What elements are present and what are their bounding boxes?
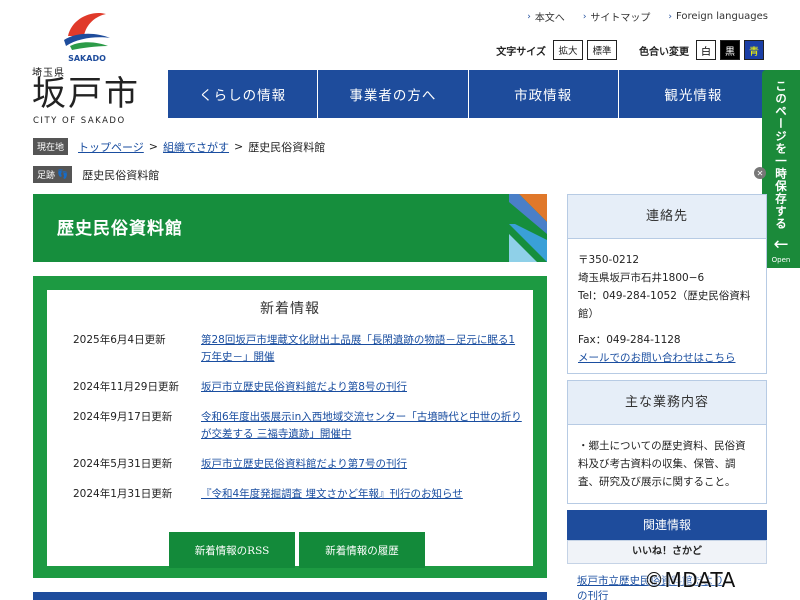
chevron-right-icon: › [668,11,673,22]
duties-text: ・郷土についての歴史資料、民俗資料及び考古資料の収集、保管、調査、研究及び展示に… [578,440,746,488]
postal-code: 〒350-0212 [578,254,640,266]
utility-links: › 本文へ › サイトマップ › Foreign languages [527,9,768,24]
city-logo[interactable]: SAKADO 埼玉県 坂戸市 CITY OF SAKADO [32,6,172,126]
color-white-button[interactable]: 白 [696,40,716,60]
link-label: 本文へ [534,13,565,24]
save-page-label: このページを一時保存する [774,80,788,230]
font-size-label: 文字サイズ [496,46,546,58]
font-standard-button[interactable]: 標準 [587,40,617,60]
link-label: サイトマップ [590,13,651,24]
nav-item-business[interactable]: 事業者の方へ [318,70,469,118]
news-link[interactable]: 坂戸市立歴史民俗資料館だより第7号の刊行 [201,456,523,473]
watermark: ©MDATA [644,568,736,592]
list-item: 2025年6月4日更新 第28回坂戸市埋蔵文化財出土品展「長閑遺跡の物語－足元に… [73,332,523,366]
list-item: 2024年11月29日更新 坂戸市立歴史民俗資料館だより第8号の刊行 [73,379,523,396]
list-item: 2024年5月31日更新 坂戸市立歴史民俗資料館だより第7号の刊行 [73,456,523,473]
open-label: Open [771,256,791,264]
title-decoration-icon [509,194,547,262]
address: 埼玉県坂戸市石井1800−6 [578,272,705,284]
nav-item-tourism[interactable]: 観光情報 [618,70,768,118]
related-heading: 関連情報 [567,510,767,540]
news-rss-button[interactable]: 新着情報のRSS [169,532,295,568]
list-item: 2024年1月31日更新 『令和4年度発掘調査 埋文さかど年報』刊行のお知らせ [73,486,523,503]
duties-box: 主な業務内容 ・郷土についての歴史資料、民俗資料及び考古資料の収集、保管、調査、… [567,380,767,504]
global-nav: くらしの情報 事業者の方へ 市政情報 観光情報 [168,70,768,118]
list-item: 2024年9月17日更新 令和6年度出張展示in入西地域交流センター「古墳時代と… [73,409,523,443]
mail-inquiry-link[interactable]: メールでのお問い合わせはこちら [578,349,756,367]
close-icon[interactable]: ✕ [754,167,766,179]
page-title: 歴史民俗資料館 [57,219,183,239]
link-label: Foreign languages [676,11,768,22]
chevron-right-icon: › [582,11,587,22]
color-blue-button[interactable]: 青 [744,40,764,60]
news-buttons: 新着情報のRSS 新着情報の履歴 [169,532,425,568]
logo-sakado-text: SAKADO [68,54,106,63]
nav-item-city-admin[interactable]: 市政情報 [468,70,619,118]
page-title-bar: 歴史民俗資料館 [33,194,547,262]
nav-item-living[interactable]: くらしの情報 [168,70,319,118]
font-enlarge-button[interactable]: 拡大 [553,40,583,60]
news-date: 2024年1月31日更新 [73,488,173,500]
breadcrumb-organization-link[interactable]: 組織でさがす [163,139,229,155]
logo-english-name: CITY OF SAKADO [33,116,126,126]
breadcrumb-separator: > [148,140,159,153]
current-location-chip: 現在地 [33,138,69,155]
arrow-left-icon: ← [773,234,789,255]
contact-body: 〒350-0212 埼玉県坂戸市石井1800−6 Tel：049-284-105… [568,239,766,367]
fax: Fax：049-284-1128 [578,334,681,346]
news-date: 2024年11月29日更新 [73,381,179,393]
contact-heading: 連絡先 [568,195,766,239]
related-subheading: いいね！さかど [567,540,767,564]
color-black-button[interactable]: 黒 [720,40,740,60]
news-link[interactable]: 令和6年度出張展示in入西地域交流センター「古墳時代と中世の折りが交差する 三福… [201,409,523,443]
news-heading: 新着情報 [260,301,320,317]
link-sitemap[interactable]: › サイトマップ [582,9,651,25]
breadcrumb-separator: > [234,140,244,153]
contact-box: 連絡先 〒350-0212 埼玉県坂戸市石井1800−6 Tel：049-284… [567,194,767,374]
color-change-label: 色合い変更 [639,46,689,58]
news-date: 2024年9月17日更新 [73,411,173,423]
news-link[interactable]: 坂戸市立歴史民俗資料館だより第8号の刊行 [201,379,523,396]
footprint-trail: 足跡 👣 歴史民俗資料館 [33,166,159,183]
logo-city-name: 坂戸市 [32,74,140,114]
breadcrumb-current: 歴史民俗資料館 [248,140,326,154]
news-link[interactable]: 『令和4年度発掘調査 埋文さかど年報』刊行のお知らせ [201,486,523,503]
footprint-item[interactable]: 歴史民俗資料館 [82,167,159,183]
next-section-bar [33,592,547,600]
news-list: 2025年6月4日更新 第28回坂戸市埋蔵文化財出土品展「長閑遺跡の物語－足元に… [73,332,523,516]
news-section: 新着情報 2025年6月4日更新 第28回坂戸市埋蔵文化財出土品展「長閑遺跡の物… [33,276,547,578]
breadcrumb-top-link[interactable]: トップページ [78,139,144,155]
news-history-button[interactable]: 新着情報の履歴 [299,532,425,568]
telephone: Tel：049-284-1052（歴史民俗資料館） [578,290,751,320]
link-foreign-languages[interactable]: › Foreign languages [668,9,768,24]
accessibility-tools: 文字サイズ 拡大 標準 色合い変更 白 黒 青 [496,40,768,60]
city-emblem-icon [64,12,110,50]
chevron-right-icon: › [527,11,531,22]
breadcrumb: 現在地 トップページ > 組織でさがす > 歴史民俗資料館 [33,138,325,155]
footprint-chip: 足跡 👣 [33,166,73,183]
footprint-label: 足跡 [37,171,56,181]
news-date: 2025年6月4日更新 [73,334,166,346]
news-link[interactable]: 第28回坂戸市埋蔵文化財出土品展「長閑遺跡の物語－足元に眠る1万年史－」開催 [201,332,523,366]
news-date: 2024年5月31日更新 [73,458,173,470]
duties-heading: 主な業務内容 [568,381,766,425]
save-page-tab[interactable]: このページを一時保存する ← Open [762,70,800,268]
news-panel: 新着情報 2025年6月4日更新 第28回坂戸市埋蔵文化財出土品展「長閑遺跡の物… [47,290,533,568]
footprint-icon: 👣 [57,169,69,180]
link-skip-to-content[interactable]: › 本文へ [527,9,565,25]
